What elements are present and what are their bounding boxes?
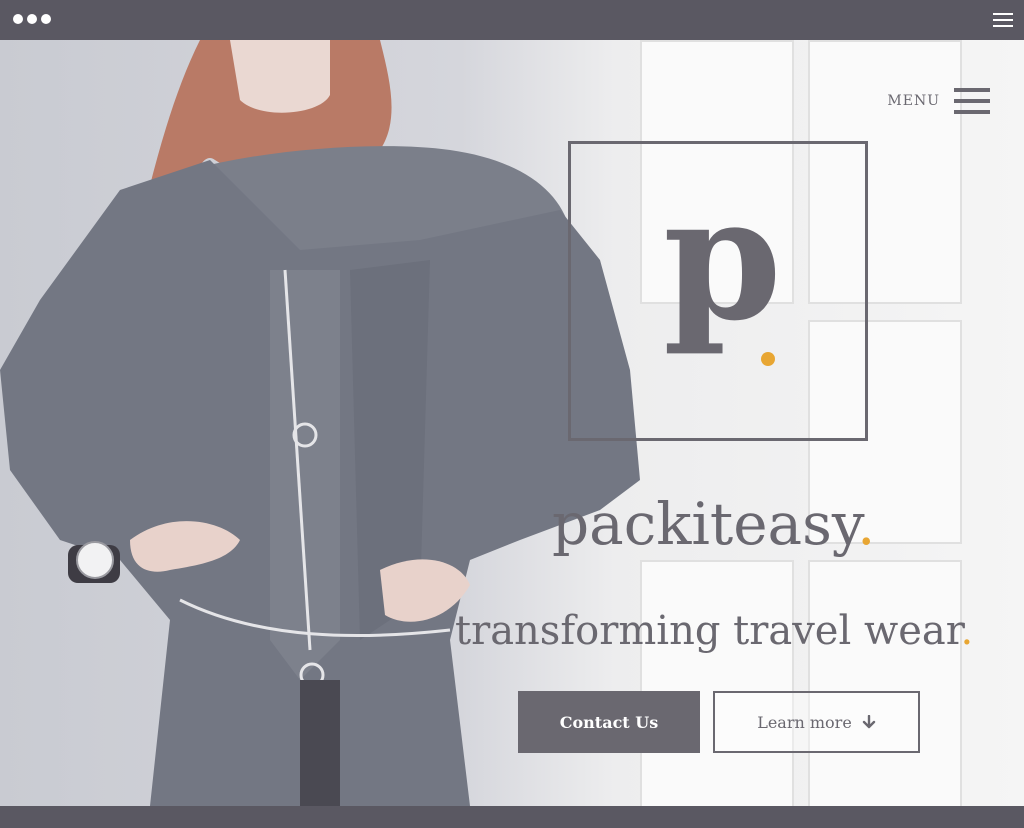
contact-us-button[interactable]: Contact Us xyxy=(518,691,700,753)
menu-label: MENU xyxy=(887,93,940,109)
window-pane xyxy=(808,560,962,806)
window-dots-icon xyxy=(13,14,51,24)
browser-frame: MENU p packiteasy. transforming travel w… xyxy=(0,0,1024,828)
logo-accent-dot xyxy=(761,352,775,366)
tagline-accent-dot: . xyxy=(960,608,974,654)
window-dot xyxy=(13,14,23,24)
arrow-down-icon xyxy=(862,715,875,729)
tagline: transforming travel wear. xyxy=(455,608,973,654)
learn-more-button[interactable]: Learn more xyxy=(713,691,920,753)
logo-letter: p xyxy=(663,159,782,359)
contact-us-label: Contact Us xyxy=(559,712,659,732)
hamburger-icon[interactable] xyxy=(993,13,1013,27)
hamburger-icon xyxy=(954,88,990,114)
brand-accent-dot: . xyxy=(856,490,876,558)
menu-toggle[interactable]: MENU xyxy=(887,88,990,114)
browser-top-bar xyxy=(0,0,1024,40)
browser-bottom-bar xyxy=(0,806,1024,828)
learn-more-label: Learn more xyxy=(757,712,852,732)
hero-section: MENU p packiteasy. transforming travel w… xyxy=(0,40,1024,806)
logo-box: p xyxy=(568,141,868,441)
window-dot xyxy=(27,14,37,24)
window-dot xyxy=(41,14,51,24)
brand-name-text: packiteasy xyxy=(552,490,857,558)
brand-name: packiteasy. xyxy=(552,490,875,558)
tagline-text: transforming travel wear xyxy=(455,608,961,654)
